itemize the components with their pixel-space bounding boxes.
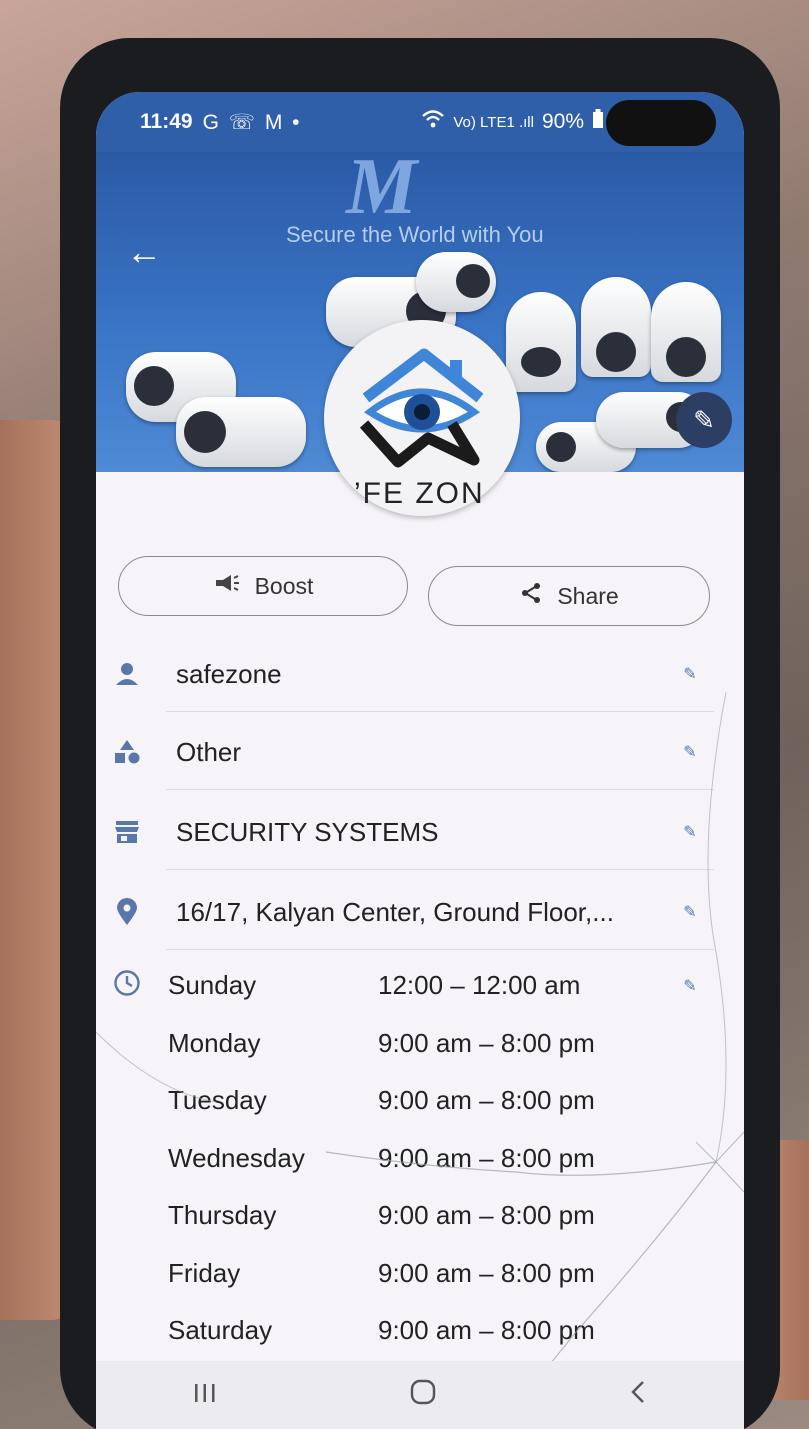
back-icon[interactable]: [628, 1379, 648, 1412]
divider: [166, 949, 714, 950]
location-pin-icon: [112, 897, 142, 927]
hours-row: Friday 9:00 am – 8:00 pm: [168, 1248, 688, 1306]
boost-button[interactable]: Boost: [118, 556, 408, 616]
hours-time: 12:00 – 12:00 am: [378, 970, 581, 1000]
megaphone-icon: [213, 572, 241, 600]
network-indicator: Vo) LTE1 .ıll: [453, 113, 534, 131]
camera-image: [581, 277, 651, 377]
boost-label: Boost: [254, 572, 314, 599]
address-text: 16/17, Kalyan Center, Ground Floor,...: [176, 896, 614, 927]
pencil-icon[interactable]: ✎: [676, 898, 704, 926]
username-text: safezone: [176, 658, 282, 689]
business-type-row[interactable]: SECURITY SYSTEMS ✎: [96, 794, 744, 870]
profile-name-partial: ’FE ZON: [354, 477, 485, 510]
category-text: Other: [176, 736, 242, 767]
cover-brand-mark: M: [346, 152, 418, 231]
hours-row: Wednesday 9:00 am – 8:00 pm: [168, 1133, 688, 1191]
hours-row: Saturday 9:00 am – 8:00 pm: [168, 1305, 688, 1363]
divider: [166, 869, 714, 870]
status-time: 11:49: [140, 110, 193, 133]
system-nav-bar: [96, 1361, 744, 1429]
pencil-icon[interactable]: ✎: [676, 660, 704, 688]
battery-text: 90%: [541, 110, 584, 133]
hours-day: Thursday: [168, 1200, 277, 1230]
divider: [166, 711, 714, 712]
cover-slogan: Secure the World with You: [286, 222, 544, 247]
camera-image: [416, 252, 496, 312]
hours-time: 9:00 am – 8:00 pm: [378, 1200, 595, 1230]
notification-icons: G ☏ M •: [202, 110, 302, 134]
battery-icon: [592, 109, 604, 135]
hours-row: Monday 9:00 am – 8:00 pm: [168, 1018, 688, 1076]
business-type-text: SECURITY SYSTEMS: [176, 816, 439, 847]
pencil-icon: ✎: [693, 404, 715, 435]
phone-screen: M Secure the World with You ← 11:49 G ☏ …: [96, 92, 744, 1429]
hours-day: Wednesday: [168, 1142, 305, 1173]
hours-day: Friday: [168, 1257, 241, 1288]
hours-day: Sunday: [168, 970, 257, 1000]
recents-icon[interactable]: [192, 1379, 218, 1411]
hours-time: 9:00 am – 8:00 pm: [378, 1257, 595, 1288]
hours-time: 9:00 am – 8:00 pm: [378, 1085, 595, 1115]
status-bar: 11:49 G ☏ M • Vo) LTE1 .ıll 90%: [96, 92, 744, 152]
camera-image: [651, 282, 721, 382]
hours-day: Tuesday: [168, 1085, 267, 1115]
person-icon: [112, 659, 142, 689]
wifi-icon: [421, 109, 445, 135]
hours-time: 9:00 am – 8:00 pm: [378, 1142, 595, 1173]
share-icon: [519, 581, 543, 611]
camera-image: [176, 397, 306, 467]
home-icon[interactable]: [409, 1378, 437, 1413]
store-icon: [112, 817, 142, 847]
category-shapes-icon: [112, 737, 142, 767]
pencil-icon[interactable]: ✎: [676, 738, 704, 766]
hours-time: 9:00 am – 8:00 pm: [378, 1027, 595, 1058]
hours-time: 9:00 am – 8:00 pm: [378, 1315, 595, 1345]
back-button[interactable]: ←: [126, 232, 166, 272]
hours-day: Saturday: [168, 1315, 273, 1345]
clock-icon: [112, 968, 142, 998]
address-row[interactable]: 16/17, Kalyan Center, Ground Floor,... ✎: [96, 874, 744, 950]
opening-hours[interactable]: Sunday 12:00 – 12:00 am Monday 9:00 am –…: [168, 960, 688, 1363]
hours-row: Tuesday 9:00 am – 8:00 pm: [168, 1075, 688, 1133]
share-button[interactable]: Share: [428, 566, 710, 626]
hours-row: Thursday 9:00 am – 8:00 pm: [168, 1190, 688, 1248]
divider: [166, 789, 714, 790]
pencil-icon[interactable]: ✎: [676, 818, 704, 846]
hours-day: Monday: [168, 1027, 261, 1058]
front-camera: [606, 100, 716, 146]
arrow-left-icon: ←: [126, 231, 162, 272]
hours-row: Sunday 12:00 – 12:00 am: [168, 960, 688, 1018]
category-row[interactable]: Other ✎: [96, 714, 744, 790]
edit-cover-button[interactable]: ✎: [676, 392, 732, 448]
share-label: Share: [557, 582, 619, 609]
username-row[interactable]: safezone ✎: [96, 636, 744, 712]
